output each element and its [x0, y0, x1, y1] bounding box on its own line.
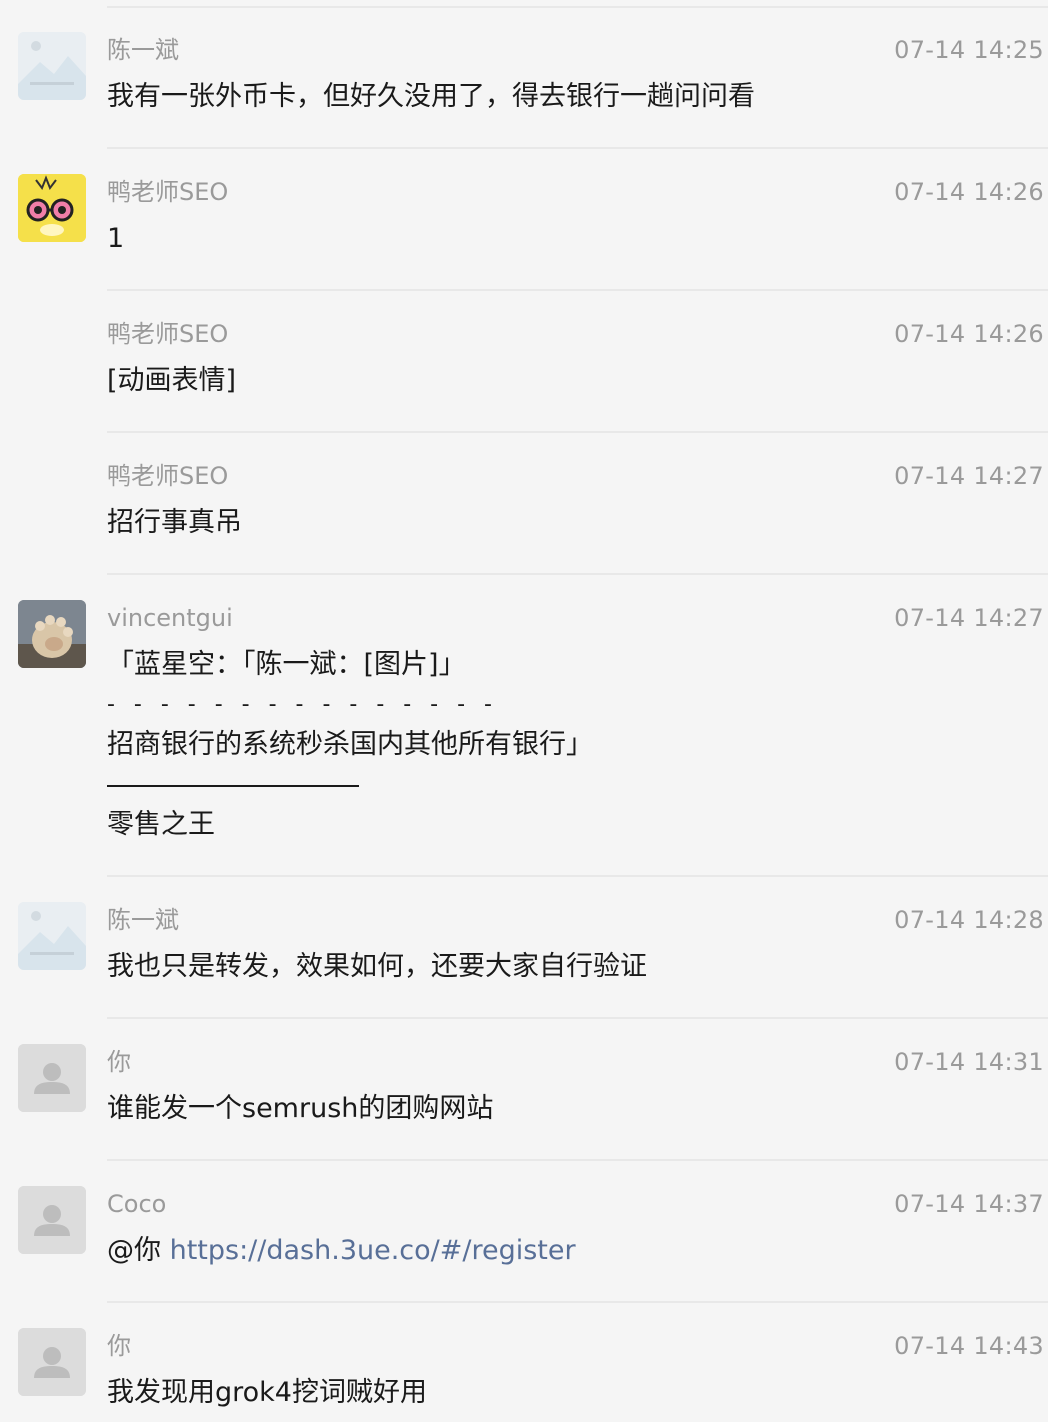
landscape-placeholder-icon: [18, 902, 86, 970]
sender-name: 你: [107, 1048, 131, 1076]
landscape-placeholder-icon: [18, 32, 86, 100]
url-link[interactable]: https://dash.3ue.co/#/register: [170, 1235, 576, 1266]
message-item[interactable]: 鸭老师SEO 07-14 14:26 1: [0, 142, 1048, 292]
cat-paw-photo-avatar: [18, 600, 86, 668]
chat-message-list[interactable]: 陈一斌 07-14 14:25 我有一张外币卡，但好久没用了，得去银行一趟问问看…: [0, 0, 1048, 1422]
sender-name: 鸭老师SEO: [107, 178, 229, 206]
quote-text: 招商银行的系统秒杀国内其他所有银行」: [107, 729, 593, 760]
sender-name: 陈一斌: [107, 906, 179, 934]
default-user-icon: [18, 1044, 86, 1112]
avatar[interactable]: [18, 174, 86, 242]
message-time: 07-14 14:27: [894, 462, 1044, 490]
default-user-icon: [18, 1186, 86, 1254]
sender-name: 你: [107, 1332, 131, 1360]
message-item[interactable]: 陈一斌 07-14 14:25 我有一张外币卡，但好久没用了，得去银行一趟问问看: [0, 0, 1048, 150]
mention: @你: [107, 1235, 170, 1266]
message-item[interactable]: 你 07-14 14:31 谁能发一个semrush的团购网站: [0, 1012, 1048, 1162]
message-item[interactable]: 鸭老师SEO 07-14 14:27 招行事真吊: [0, 426, 1048, 576]
avatar[interactable]: [18, 1186, 86, 1254]
message-time: 07-14 14:43: [894, 1332, 1044, 1360]
message-time: 07-14 14:26: [894, 320, 1044, 348]
quote-divider: - - - - - - - - - - - - - - -: [107, 692, 498, 717]
message-time: 07-14 14:31: [894, 1048, 1044, 1076]
message-text: 招行事真吊: [107, 507, 242, 538]
sender-name: 鸭老师SEO: [107, 320, 229, 348]
message-text: 我有一张外币卡，但好久没用了，得去银行一趟问问看: [107, 81, 755, 112]
message-text: 我也只是转发，效果如何，还要大家自行验证: [107, 951, 647, 982]
message-time: 07-14 14:27: [894, 604, 1044, 632]
sender-name: 鸭老师SEO: [107, 462, 229, 490]
message-item[interactable]: 你 07-14 14:43 我发现用grok4挖词贼好用: [0, 1296, 1048, 1422]
message-text: 零售之王: [107, 809, 215, 840]
message-time: 07-14 14:28: [894, 906, 1044, 934]
avatar[interactable]: [18, 1328, 86, 1396]
avatar[interactable]: [18, 32, 86, 100]
message-time: 07-14 14:26: [894, 178, 1044, 206]
message-text: 1: [107, 223, 125, 254]
sender-name: 陈一斌: [107, 36, 179, 64]
default-user-icon: [18, 1328, 86, 1396]
avatar[interactable]: [18, 600, 86, 668]
message-text: @你 https://dash.3ue.co/#/register: [107, 1233, 576, 1269]
message-text: 谁能发一个semrush的团购网站: [107, 1093, 494, 1124]
message-time: 07-14 14:37: [894, 1190, 1044, 1218]
sender-name: Coco: [107, 1190, 167, 1218]
sender-name: vincentgui: [107, 604, 233, 632]
avatar[interactable]: [18, 902, 86, 970]
message-item[interactable]: vincentgui 07-14 14:27 「蓝星空：「陈一斌：[图片]」 -…: [0, 568, 1048, 878]
message-time: 07-14 14:25: [894, 36, 1044, 64]
duck-cartoon-avatar: [18, 174, 86, 242]
message-item[interactable]: 鸭老师SEO 07-14 14:26 [动画表情]: [0, 284, 1048, 434]
avatar[interactable]: [18, 1044, 86, 1112]
reply-divider: [107, 785, 359, 787]
message-item[interactable]: Coco 07-14 14:37 @你 https://dash.3ue.co/…: [0, 1154, 1048, 1304]
quote-text: 「蓝星空：「陈一斌：[图片]」: [107, 649, 466, 680]
message-text: [动画表情]: [107, 365, 237, 396]
message-item[interactable]: 陈一斌 07-14 14:28 我也只是转发，效果如何，还要大家自行验证: [0, 870, 1048, 1020]
message-text: 我发现用grok4挖词贼好用: [107, 1377, 427, 1408]
